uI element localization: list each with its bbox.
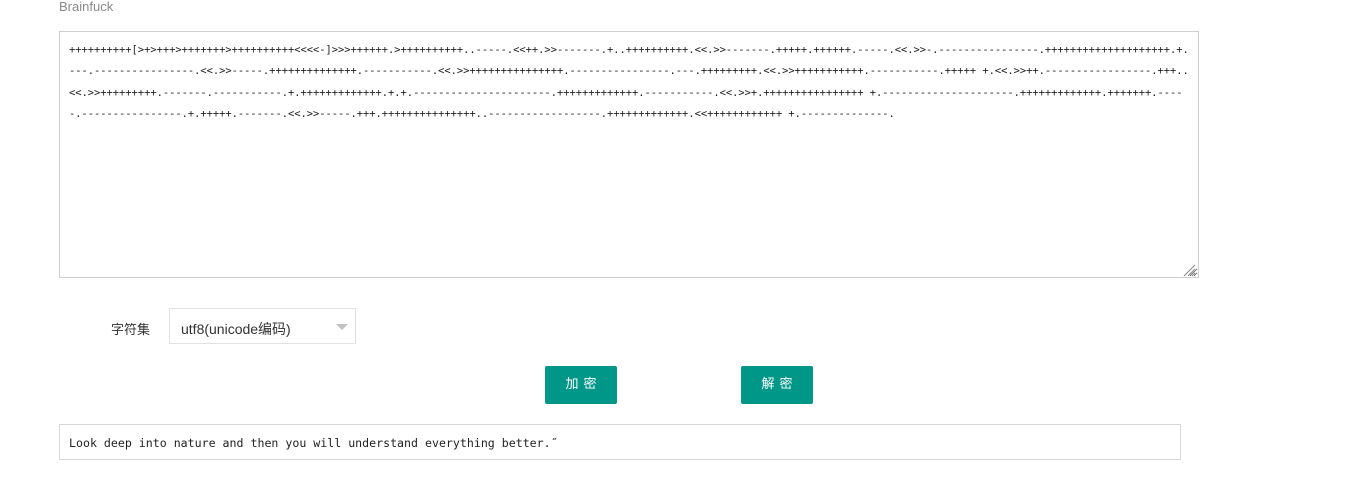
output-result[interactable]: Look deep into nature and then you will … (59, 424, 1181, 460)
encrypt-button[interactable]: 加密 (545, 366, 617, 404)
charset-select[interactable]: utf8(unicode编码) (169, 308, 356, 344)
resize-grip-icon[interactable] (1183, 264, 1196, 277)
charset-label: 字符集 (111, 322, 151, 337)
charset-selected-value: utf8(unicode编码) (181, 321, 291, 337)
brainfuck-tool-page: Brainfuck 字符集 utf8(unicode编码) 加密 解密 Look… (0, 0, 1358, 478)
decrypt-button[interactable]: 解密 (741, 366, 813, 404)
brainfuck-code-input[interactable] (59, 31, 1199, 278)
section-title: Brainfuck (59, 0, 114, 14)
chevron-down-icon (336, 324, 348, 330)
